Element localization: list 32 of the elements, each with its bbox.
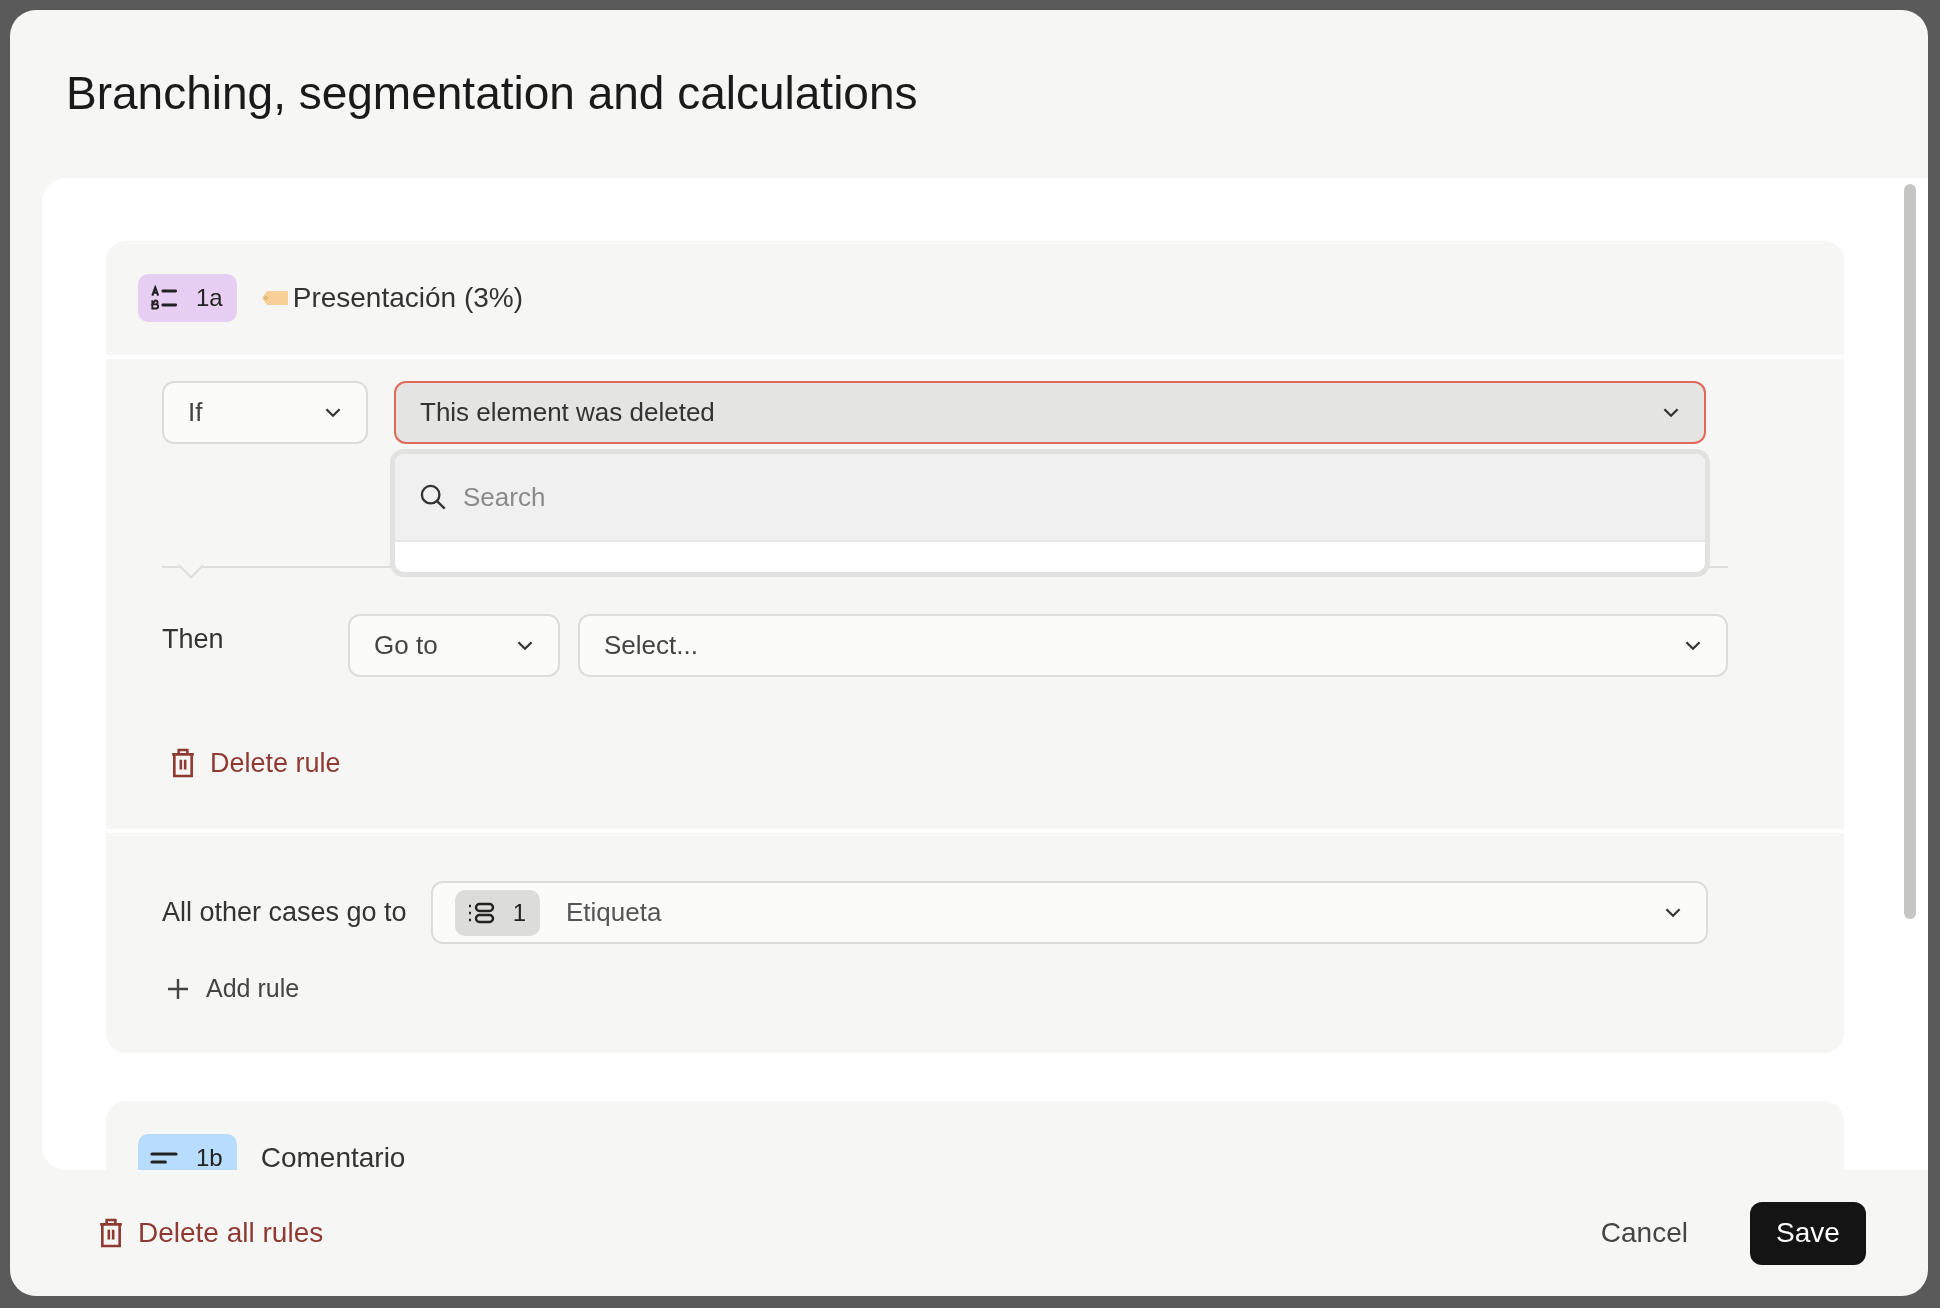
question-title: Presentación (3%) bbox=[292, 282, 524, 314]
fallback-label: All other cases go to bbox=[162, 897, 407, 928]
question-number: 1a bbox=[196, 284, 223, 312]
chevron-down-icon bbox=[324, 407, 342, 418]
question-title: Comentario bbox=[260, 1142, 406, 1170]
trash-icon bbox=[170, 747, 196, 779]
scrollbar[interactable] bbox=[1904, 184, 1916, 919]
fallback-select[interactable]: 1 Etiqueta bbox=[430, 881, 1708, 944]
operator-select[interactable]: If bbox=[162, 381, 368, 444]
delete-rule-button[interactable]: Delete rule bbox=[210, 747, 341, 779]
chevron-down-icon bbox=[1664, 907, 1682, 918]
then-label: Then bbox=[162, 623, 225, 655]
save-button[interactable]: Save bbox=[1750, 1201, 1866, 1265]
add-rule-button[interactable]: Add rule bbox=[206, 974, 300, 1003]
question-number: 1 bbox=[512, 898, 526, 927]
short-text-icon bbox=[150, 1152, 178, 1164]
dialog-title: Branching, segmentation and calculations bbox=[65, 66, 919, 121]
action-select[interactable]: Go to bbox=[348, 614, 560, 677]
chevron-down-icon bbox=[516, 640, 534, 651]
search-field[interactable]: Search bbox=[461, 480, 1065, 514]
trash-icon bbox=[98, 1217, 124, 1249]
choice-list-icon bbox=[150, 285, 178, 311]
cancel-button[interactable]: Cancel bbox=[1600, 1217, 1688, 1249]
plus-icon bbox=[166, 976, 190, 1001]
fallback-target: Etiqueta bbox=[566, 897, 662, 928]
chevron-down-icon bbox=[1684, 640, 1702, 651]
question-number: 1b bbox=[196, 1144, 223, 1170]
search-icon bbox=[419, 483, 447, 511]
target-select[interactable]: Select... bbox=[578, 614, 1728, 677]
delete-all-rules-button[interactable]: Delete all rules bbox=[138, 1217, 324, 1249]
chevron-down-icon bbox=[1662, 407, 1680, 418]
condition-select[interactable]: This element was deleted bbox=[394, 381, 1706, 444]
